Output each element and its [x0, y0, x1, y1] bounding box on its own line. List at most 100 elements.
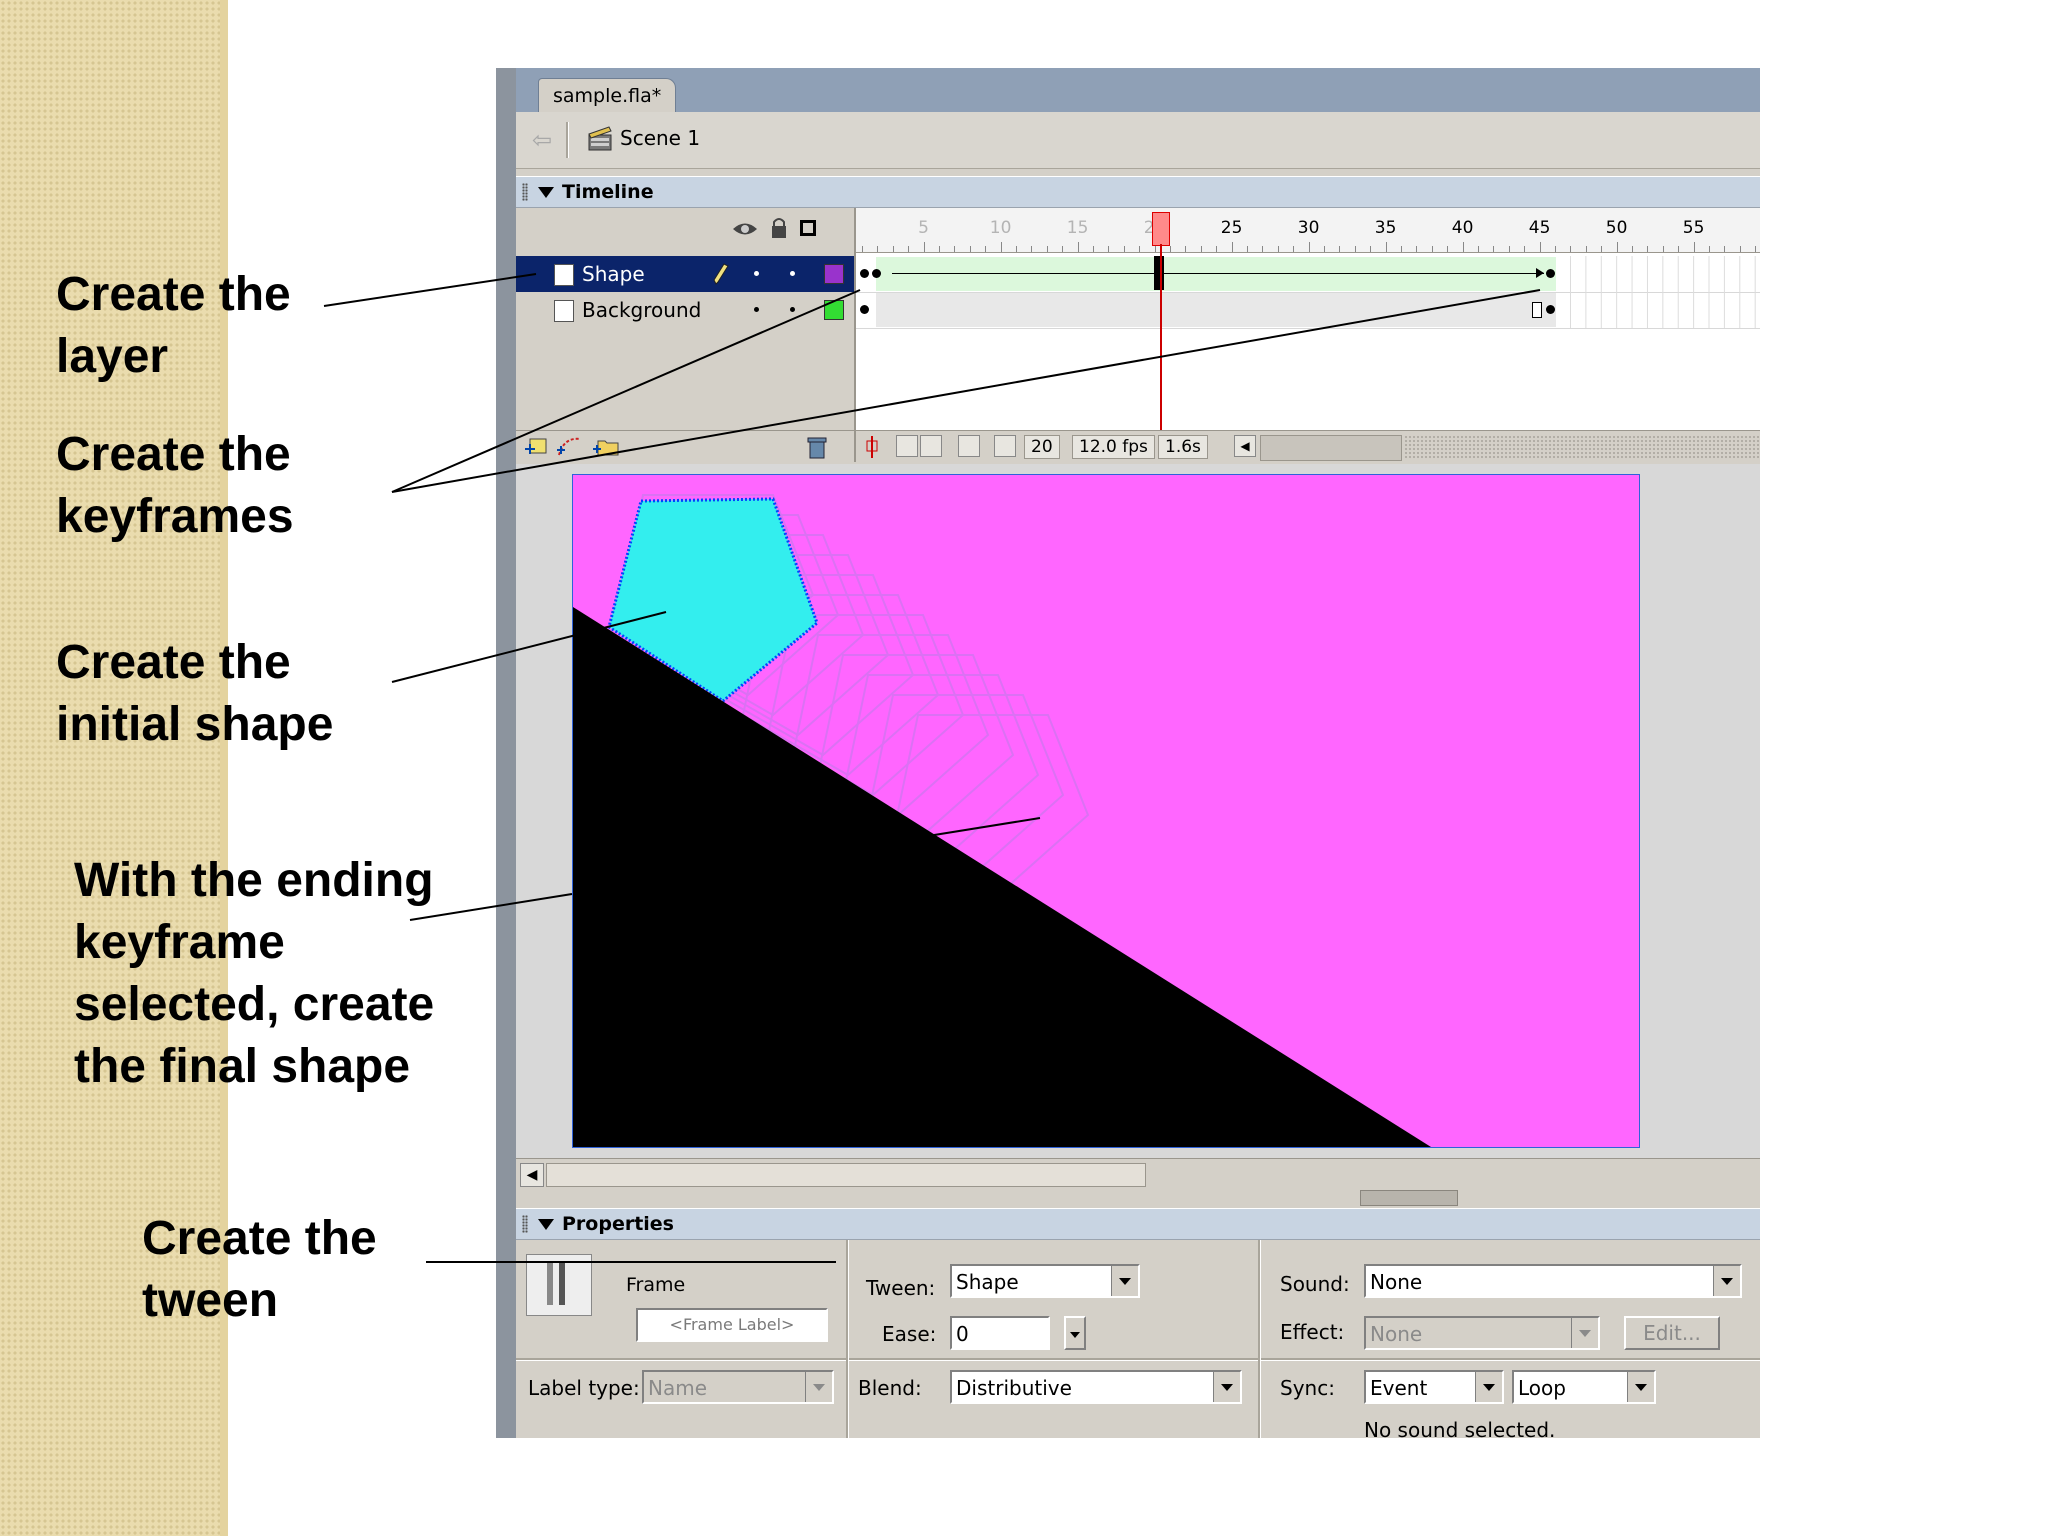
properties-panel-header[interactable]: Properties: [516, 1208, 1760, 1240]
ruler-tick: [1370, 246, 1372, 252]
ruler-tick: [1709, 246, 1710, 252]
loop-select[interactable]: Loop: [1512, 1370, 1656, 1404]
frame-ruler[interactable]: 5101520253035404550556: [856, 208, 1760, 253]
insert-layer-icon[interactable]: [524, 435, 550, 457]
layer-row-background[interactable]: Background: [516, 292, 854, 328]
visibility-dot[interactable]: [754, 271, 759, 276]
ruler-tick: [908, 246, 910, 252]
start-keyframe[interactable]: [860, 269, 869, 278]
lock-dot[interactable]: [790, 307, 795, 312]
chevron-down-icon[interactable]: [1627, 1372, 1654, 1402]
ruler-label: 30: [1297, 218, 1320, 238]
ruler-tick: [1755, 246, 1757, 252]
lock-dot[interactable]: [790, 271, 795, 276]
chevron-down-icon[interactable]: [1475, 1372, 1502, 1402]
playhead[interactable]: [1152, 212, 1170, 246]
timeline: Shape Background 5 10 15 25 30 35 40 45 …: [516, 208, 1760, 463]
ruler-tick: [1385, 242, 1387, 252]
frame-icon: [526, 1254, 592, 1316]
ruler-tick: [1216, 246, 1218, 252]
empty-frames[interactable]: [1570, 256, 1760, 328]
ease-slider-button[interactable]: [1064, 1316, 1086, 1350]
grip-icon[interactable]: [522, 1215, 528, 1233]
sound-select[interactable]: None: [1364, 1264, 1742, 1298]
collapse-triangle-icon[interactable]: [538, 1219, 554, 1230]
tween-select[interactable]: Shape: [950, 1264, 1140, 1298]
grip-icon[interactable]: [522, 183, 528, 201]
outline-icon[interactable]: [800, 220, 816, 236]
ruler-tick: [1093, 246, 1094, 252]
chevron-down-icon[interactable]: [1713, 1266, 1740, 1296]
scroll-left-icon[interactable]: ◀: [1234, 435, 1256, 457]
layer-color-swatch[interactable]: [824, 264, 844, 284]
onion-skin-outlines-icon[interactable]: [920, 435, 942, 457]
stage[interactable]: [572, 474, 1640, 1148]
blend-select[interactable]: Distributive: [950, 1370, 1242, 1404]
ruler-tick: [1616, 242, 1618, 252]
chevron-down-icon[interactable]: [1571, 1318, 1598, 1348]
visibility-dot[interactable]: [754, 307, 759, 312]
shape-tween-span[interactable]: [876, 257, 1556, 291]
center-frame-icon[interactable]: [864, 435, 880, 459]
collapse-triangle-icon[interactable]: [538, 187, 554, 198]
label-type-select[interactable]: Name: [642, 1370, 834, 1404]
ruler-tick: [1031, 246, 1033, 252]
background-end-keyframe[interactable]: [1546, 305, 1555, 314]
current-frame-cell[interactable]: [1154, 256, 1164, 290]
frame-rate-readout[interactable]: 12.0 fps: [1072, 435, 1155, 459]
modify-onion-markers-icon[interactable]: [994, 435, 1016, 457]
ruler-tick: [939, 246, 940, 252]
onion-skin-icon[interactable]: [896, 435, 918, 457]
ruler-tick: [954, 246, 956, 252]
timeline-panel-header[interactable]: Timeline: [516, 176, 1760, 208]
frame-icon-bar: [559, 1261, 565, 1305]
stage-horizontal-scrollbar[interactable]: ◀: [516, 1158, 1760, 1187]
document-tab[interactable]: sample.fla*: [538, 78, 677, 113]
stage-canvas[interactable]: [573, 475, 1639, 1147]
blend-value: Distributive: [956, 1376, 1072, 1400]
trash-icon[interactable]: [806, 435, 828, 459]
static-frame-span[interactable]: [876, 293, 1556, 327]
ruler-tick: [1724, 246, 1726, 252]
ruler-tick: [1262, 246, 1264, 252]
eye-icon[interactable]: [732, 220, 758, 238]
sync-select[interactable]: Event: [1364, 1370, 1504, 1404]
edit-multiple-frames-icon[interactable]: [958, 435, 980, 457]
chevron-down-icon[interactable]: [805, 1372, 832, 1402]
chevron-down-icon[interactable]: [1213, 1372, 1240, 1402]
frame-grid[interactable]: 5101520253035404550556: [856, 208, 1760, 462]
insert-folder-icon[interactable]: [592, 435, 620, 457]
timeline-scroll-track[interactable]: [1404, 435, 1760, 459]
ease-input[interactable]: 0: [950, 1316, 1050, 1350]
end-frame-marker: [1532, 302, 1542, 318]
back-arrow-icon[interactable]: ⇦: [532, 126, 552, 154]
sync-value: Event: [1370, 1376, 1428, 1400]
annotation-line: initial shape: [56, 698, 334, 751]
ruler-tick: [985, 246, 987, 252]
end-keyframe[interactable]: [1546, 269, 1555, 278]
scene-label[interactable]: Scene 1: [620, 126, 700, 150]
frame-label-input[interactable]: <Frame Label>: [636, 1308, 828, 1342]
annotation-line: Create the: [56, 428, 291, 481]
layer-color-swatch[interactable]: [824, 300, 844, 320]
ruler-tick: [1478, 246, 1479, 252]
ruler-tick: [1462, 242, 1464, 252]
panel-divider-handle[interactable]: [1360, 1190, 1458, 1206]
ruler-label: 40: [1451, 218, 1474, 238]
properties-panel: Properties Frame <Frame Label> Label typ…: [516, 1208, 1760, 1438]
add-motion-guide-icon[interactable]: [556, 435, 584, 457]
timeline-scroll-thumb[interactable]: [1260, 435, 1402, 461]
ruler-tick: [1555, 246, 1556, 252]
stage-scroll-thumb[interactable]: [546, 1163, 1146, 1187]
background-keyframe[interactable]: [860, 305, 869, 314]
flash-window: sample.fla* ⇦ Scene 1 Timeline Shape Bac…: [496, 68, 1760, 1438]
edit-sound-button[interactable]: Edit...: [1624, 1316, 1720, 1350]
lock-icon[interactable]: [770, 216, 788, 240]
scroll-left-icon[interactable]: ◀: [520, 1163, 544, 1187]
current-frame-readout: 20: [1024, 435, 1060, 459]
layer-row-shape[interactable]: Shape: [516, 256, 854, 292]
chevron-down-icon[interactable]: [1111, 1266, 1138, 1296]
keyframe[interactable]: [872, 269, 881, 278]
annotation-line: the final shape: [74, 1040, 411, 1093]
effect-select[interactable]: None: [1364, 1316, 1600, 1350]
